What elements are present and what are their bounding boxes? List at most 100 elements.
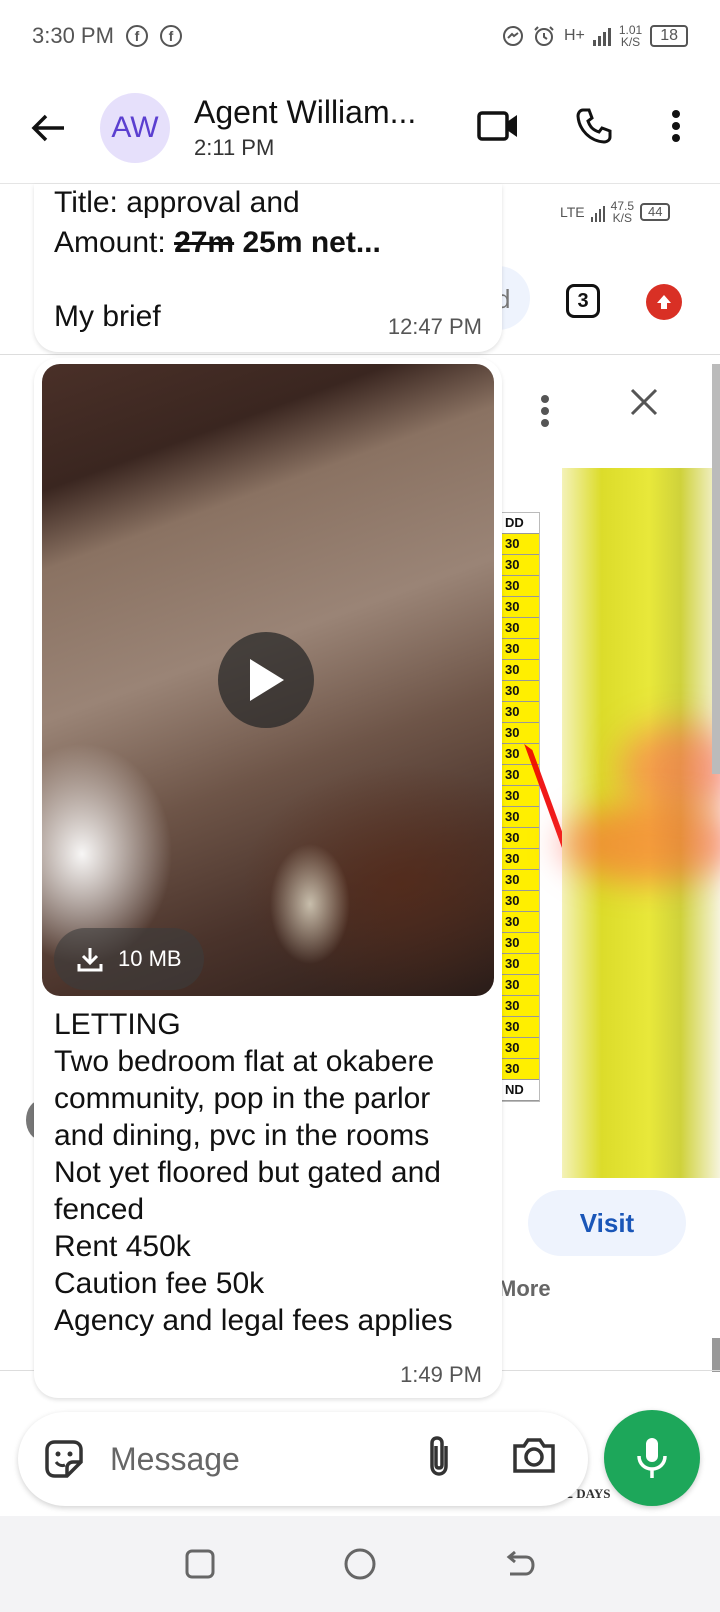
net-speed: 1.01 K/S xyxy=(618,23,643,49)
recents-button[interactable] xyxy=(178,1542,222,1586)
bg-table-cell: 30 xyxy=(501,555,539,576)
bg-more-icon xyxy=(540,394,550,433)
paperclip-icon xyxy=(430,1436,448,1476)
phone-icon xyxy=(576,108,612,144)
message-time: 12:47 PM xyxy=(387,314,482,339)
camera-icon xyxy=(513,1438,555,1473)
caption-line: Two bedroom flat at okabere xyxy=(54,1045,435,1078)
upload-icon xyxy=(646,284,682,320)
bg-table-cell: 30 xyxy=(501,618,539,639)
back-button[interactable] xyxy=(28,108,68,148)
message-bubble[interactable]: Title: approval and Amount: 27m 25m net.… xyxy=(34,184,502,352)
voice-call-button[interactable] xyxy=(572,104,616,148)
video-camera-icon xyxy=(477,111,517,141)
bg-close-icon xyxy=(628,386,660,423)
bg-table-cell: 30 xyxy=(501,597,539,618)
bg-table-cell: 30 xyxy=(501,828,539,849)
arrow-left-icon xyxy=(31,114,64,141)
message-text: My brief xyxy=(54,300,161,333)
download-button[interactable]: 10 MB xyxy=(54,928,204,990)
bg-status: LTE 47.5 K/S 44 xyxy=(560,200,671,224)
file-size: 10 MB xyxy=(118,946,182,971)
messenger-icon xyxy=(502,26,523,46)
status-bar: 3:30 PM f f H+ 1.01 K/S 18 xyxy=(0,0,720,72)
contact-name: Agent William... xyxy=(194,94,417,130)
bg-table-cell: 30 xyxy=(501,870,539,891)
bg-table-cell: 30 xyxy=(501,975,539,996)
home-button[interactable] xyxy=(338,1542,382,1586)
bg-table-cell: 30 xyxy=(501,849,539,870)
bg-table-cell: 30 xyxy=(501,639,539,660)
caption-line: fenced xyxy=(54,1193,145,1226)
bg-table-cell: 30 xyxy=(501,891,539,912)
bg-scrollbar xyxy=(712,364,720,774)
alarm-icon xyxy=(534,26,554,46)
bg-table-cell: 30 xyxy=(501,576,539,597)
message-input[interactable] xyxy=(110,1440,390,1478)
facebook-icon: f xyxy=(159,25,182,47)
circle-icon xyxy=(344,1548,376,1580)
download-icon xyxy=(77,948,103,972)
system-nav-bar xyxy=(0,1516,720,1612)
message-composer xyxy=(18,1412,588,1506)
last-seen: 2:11 PM xyxy=(194,135,275,160)
bg-count-badge: 3 xyxy=(566,284,600,318)
caption-line: Caution fee 50k xyxy=(54,1267,265,1300)
more-vertical-icon xyxy=(672,110,680,142)
more-options-button[interactable] xyxy=(654,104,698,148)
camera-button[interactable] xyxy=(512,1436,558,1482)
bg-table-cell: 30 xyxy=(501,1059,539,1080)
bg-table-footer: ND xyxy=(501,1080,539,1101)
back-arrow-icon xyxy=(506,1550,535,1576)
status-right: H+ 1.01 K/S 18 xyxy=(502,24,688,48)
contact-info[interactable]: Agent William... 2:11 PM xyxy=(194,94,434,161)
bg-table-cell: 30 xyxy=(501,912,539,933)
bg-table-cell: 30 xyxy=(501,954,539,975)
bg-table-cell: 30 xyxy=(501,1017,539,1038)
quoted-line: Amount: 27m 25m net... xyxy=(54,226,381,259)
chat-header: AW Agent William... 2:11 PM xyxy=(0,72,720,184)
attach-button[interactable] xyxy=(424,1434,468,1484)
avatar[interactable]: AW xyxy=(100,92,170,163)
bg-scrollbar xyxy=(712,1338,720,1372)
bg-table-cell: 30 xyxy=(501,1038,539,1059)
bg-table: DD 30 30 30 30 30 30 30 30 30 30 30 30 3… xyxy=(500,512,540,1102)
bg-table-cell: 30 xyxy=(501,660,539,681)
message-caption: LETTING Two bedroom flat at okabere comm… xyxy=(54,1006,494,1339)
caption-line: community, pop in the parlor xyxy=(54,1082,431,1115)
sticker-button[interactable] xyxy=(42,1437,86,1481)
message-time: 1:49 PM xyxy=(400,1362,482,1387)
play-button[interactable] xyxy=(218,632,314,728)
battery-icon: 18 xyxy=(650,25,688,47)
bg-table-cell: 30 xyxy=(501,996,539,1017)
bg-table-cell: 30 xyxy=(501,786,539,807)
bg-table-cell: 30 xyxy=(501,933,539,954)
caption-line: Rent 450k xyxy=(54,1230,191,1263)
message-bubble[interactable]: 10 MB LETTING Two bedroom flat at okaber… xyxy=(34,358,502,1398)
bg-table-cell: 30 xyxy=(501,681,539,702)
network-type: H+ xyxy=(563,27,585,44)
video-thumbnail[interactable]: 10 MB xyxy=(42,364,494,996)
square-icon xyxy=(185,1549,215,1579)
bg-more-text: More xyxy=(498,1276,551,1301)
facebook-icon: f xyxy=(125,25,148,47)
voice-record-button[interactable] xyxy=(604,1410,700,1506)
bg-table-cell: 30 xyxy=(501,807,539,828)
microphone-icon xyxy=(637,1438,667,1478)
signal-icon xyxy=(592,26,611,46)
status-time: 3:30 PM xyxy=(32,23,114,48)
caption-line: and dining, pvc in the rooms xyxy=(54,1119,430,1152)
caption-line: Not yet floored but gated and xyxy=(54,1156,441,1189)
bg-table-cell: 30 xyxy=(501,723,539,744)
back-nav-button[interactable] xyxy=(498,1542,542,1586)
bg-table-header: DD xyxy=(501,513,539,534)
video-call-button[interactable] xyxy=(476,104,520,148)
divider xyxy=(0,354,720,355)
bg-table-cell: 30 xyxy=(501,534,539,555)
bg-visit-button: Visit xyxy=(528,1190,686,1256)
caption-line: LETTING xyxy=(54,1008,181,1041)
sticker-icon xyxy=(45,1440,83,1478)
play-icon xyxy=(250,659,284,701)
quoted-line: Title: approval and xyxy=(54,186,300,219)
bg-table-cell: 30 xyxy=(501,702,539,723)
